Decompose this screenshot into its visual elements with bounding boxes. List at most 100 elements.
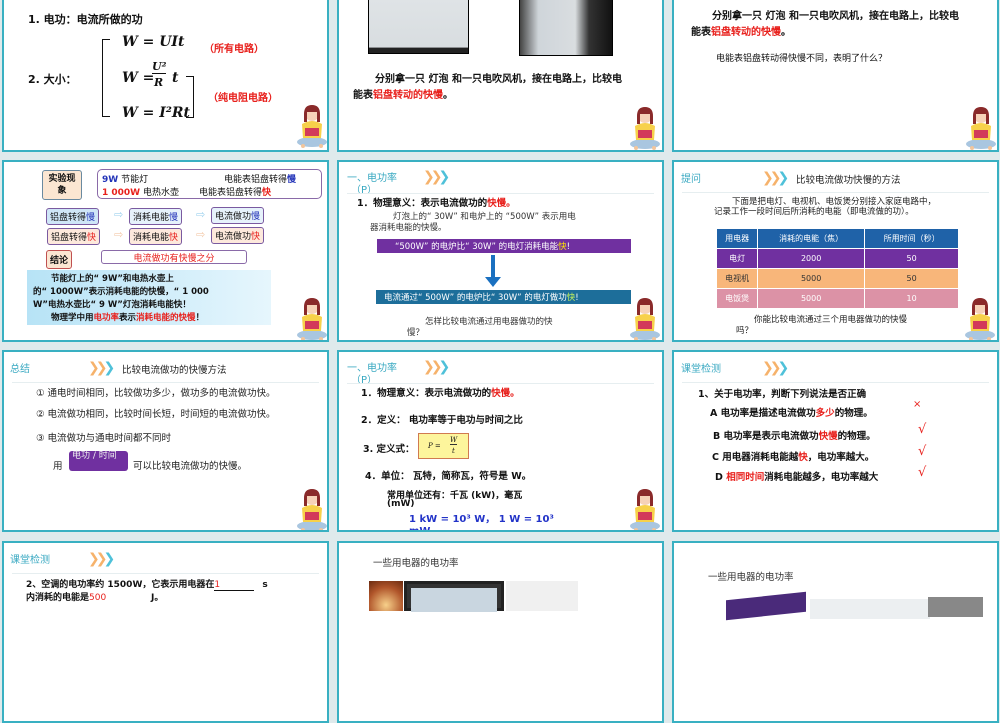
circuit-photo-2 xyxy=(519,0,613,56)
table-cell: 10 xyxy=(864,288,959,309)
cartoon-girl-icon xyxy=(627,104,663,150)
slide-thumbnail-2[interactable]: 分别拿一只 灯泡 和一只电吹风机，接在电路上，比较电 能表铝盘转动的快慢。 xyxy=(337,0,664,152)
meaning-text: 1．物理意义：表示电流做功的 xyxy=(357,198,488,209)
slide-thumbnail-3[interactable]: 分别拿一只 灯泡 和一只电吹风机，接在电路上，比较电 能表铝盘转动的快慢。 电能… xyxy=(672,0,999,152)
slide-thumbnail-7[interactable]: 总结 ❯❯❯ 比较电流做功的快慢方法 ① 通电时间相同，比较做功多少，做功多的电… xyxy=(2,350,329,532)
slide-thumbnail-11[interactable]: 一些用电器的电功率 xyxy=(337,541,664,723)
meaning-text: 1．物理意义：表示电流做功的 xyxy=(361,388,492,399)
chain-text: 铝盘转得 xyxy=(51,233,88,243)
slide-thumbnail-9[interactable]: 课堂检测 ❯❯❯ 1、关于电功率，判断下列说法是否正确 A 电功率是描述电流做功… xyxy=(672,350,999,532)
power-1000w: 1 000W xyxy=(102,188,141,198)
chain-key: 慢 xyxy=(86,213,96,223)
answer-blank-2: 500 xyxy=(89,593,107,603)
option-text: C 用电器消耗电能越 xyxy=(712,452,799,463)
text-post: 。 xyxy=(443,90,453,101)
table-header: 所用时间（秒） xyxy=(864,228,959,249)
question-line: 吗？ xyxy=(736,326,754,336)
slide-title: 一些用电器的电功率 xyxy=(708,572,794,583)
explanation-line: 节能灯上的“ 9W”和电热水壶上 xyxy=(51,274,174,284)
observation-box: 9W 节能灯 电能表铝盘转得慢 1 000W 电热水壶 电能表铝盘转得快 xyxy=(97,169,322,199)
obs-text: 电能表铝盘转得 xyxy=(224,175,288,185)
chain-key: 快 xyxy=(87,233,97,243)
cartoon-girl-icon xyxy=(627,295,663,341)
formula-w-u2r-lhs: W = xyxy=(122,70,155,86)
formula-numerator: U² xyxy=(152,60,167,74)
appliance-photo xyxy=(506,581,578,611)
highlight-text: 消耗电能的快慢 xyxy=(136,313,196,323)
chain-key: 快 xyxy=(169,233,179,243)
divider xyxy=(347,383,654,384)
arrow-right-icon: ⇨ xyxy=(196,228,206,241)
explanation-line: W”电热水壶比“ 9 W”灯泡消耗电能快！ xyxy=(33,300,191,310)
chain-slow-1: 铝盘转得慢 xyxy=(46,208,100,225)
option-d: D 相同时间消耗电能越多，电功率越大 xyxy=(715,469,878,483)
table-row: 电视机 5000 50 xyxy=(715,268,959,289)
table-row: 电饭煲 5000 10 xyxy=(715,288,959,309)
left-brace xyxy=(102,39,110,117)
definition-line: 1. 电功：电流所做的功 xyxy=(28,13,143,26)
divider xyxy=(682,192,989,193)
option-text: 的物理。 xyxy=(837,431,876,442)
arrow-right-icon: ⇨ xyxy=(196,208,206,221)
table-header-row: 用电器 消耗的电能（焦） 所用时间（秒） xyxy=(715,228,959,249)
size-label: 2. 大小： xyxy=(28,73,77,86)
formula-lhs: P = xyxy=(428,442,441,450)
explanation-text: ！ xyxy=(195,313,205,323)
check-mark-icon: √ xyxy=(918,444,927,459)
arrow-right-icon: ⇨ xyxy=(114,208,124,221)
slide-thumbnail-10[interactable]: 课堂检测 ❯❯❯ 2、空调的电功率约 1500W，它表示用电器在1 s 内消耗的电… xyxy=(2,541,329,723)
divider xyxy=(682,382,989,383)
table-cell: 电灯 xyxy=(715,248,759,269)
slide-thumbnail-6[interactable]: 提问 ❯❯❯ 比较电流做功快慢的方法 下面是把电灯、电视机、电饭煲分别接入家庭电… xyxy=(672,160,999,342)
chain-fast-2: 消耗电能快 xyxy=(129,228,183,245)
explanation-line: 的“ 1000W”表示消耗电能的快慢，“ 1 000 xyxy=(33,287,209,297)
chain-text: 铝盘转得 xyxy=(50,213,87,223)
divider xyxy=(12,573,319,574)
table-cell: 5000 xyxy=(757,268,866,289)
chain-key: 慢 xyxy=(251,212,261,222)
summary-item-2: ② 电流做功相同，比较时间长短，时间短的电流做功快。 xyxy=(36,409,276,420)
option-a: A 电功率是描述电流做功多少的物理。 xyxy=(710,405,873,419)
slide-thumbnail-12[interactable]: 一些用电器的电功率 xyxy=(672,541,999,723)
kettle-label: 电热水壶 xyxy=(140,188,179,198)
slide-title: 比较电流做功快慢的方法 xyxy=(796,175,901,186)
use-label: 用 xyxy=(53,461,63,472)
banner-highlight: 快 xyxy=(558,242,567,252)
chevron-icon: ❯❯❯ xyxy=(88,360,115,376)
formula-t: t xyxy=(172,70,179,86)
table-header: 消耗的电能（焦） xyxy=(757,228,866,249)
arrow-right-icon: ⇨ xyxy=(114,228,124,241)
option-text: ，电功率越大。 xyxy=(807,452,875,463)
highlight-text: 铝盘转动的快慢 xyxy=(711,27,781,38)
chain-fast-1: 铝盘转得快 xyxy=(47,228,101,245)
question-line: 你能比较电流通过三个用电器做功的快慢 xyxy=(754,315,908,325)
chevron-icon: ❯❯❯ xyxy=(762,170,789,186)
chain-key: 慢 xyxy=(169,213,179,223)
check-mark-icon: √ xyxy=(918,465,927,480)
option-highlight: 多少 xyxy=(815,408,835,419)
note-pure-resistive: （纯电阻电路） xyxy=(208,93,278,104)
table-cell: 50 xyxy=(864,268,959,289)
cross-mark-icon: × xyxy=(913,399,922,410)
table-row: 电灯 2000 50 xyxy=(715,248,959,269)
chevron-icon: ❯❯❯ xyxy=(88,551,115,567)
table-cell: 50 xyxy=(864,248,959,269)
fast-word: 快 xyxy=(262,188,272,198)
table-cell: 5000 xyxy=(757,288,866,309)
appliance-photo xyxy=(810,599,930,619)
slide-title: 比较电流做功的快慢方法 xyxy=(122,365,227,376)
slide-thumbnail-1[interactable]: 1. 电功：电流所做的功 2. 大小： W = UIt W = U² R t W… xyxy=(2,0,329,152)
chevron-icon: ❯❯❯ xyxy=(762,360,789,376)
experiment-text: 分别拿一只 灯泡 和一只电吹风机，接在电路上，比较电 xyxy=(375,74,622,85)
divider xyxy=(12,382,319,383)
slide-thumbnail-5[interactable]: 一、电功率 ❯❯❯ （P） 1．物理意义：表示电流做功的快慢。 灯泡上的“ 30… xyxy=(337,160,664,342)
down-arrow-icon xyxy=(491,255,495,279)
slide-thumbnail-8[interactable]: 一、电功率 ❯❯❯ （P） 1．物理意义：表示电流做功的快慢。 2．定义： 电功… xyxy=(337,350,664,532)
common-units-mw: (mW) xyxy=(387,499,415,509)
section-header: 课堂检测 xyxy=(10,555,50,566)
cartoon-girl-icon xyxy=(627,486,663,532)
option-text: D xyxy=(715,472,727,483)
slide-thumbnail-4[interactable]: 实验现象 9W 节能灯 电能表铝盘转得慢 1 000W 电热水壶 电能表铝盘转得… xyxy=(2,160,329,342)
option-highlight: 相同时间 xyxy=(726,472,765,483)
formula-w-i2rt: W = I²Rt xyxy=(122,105,190,121)
